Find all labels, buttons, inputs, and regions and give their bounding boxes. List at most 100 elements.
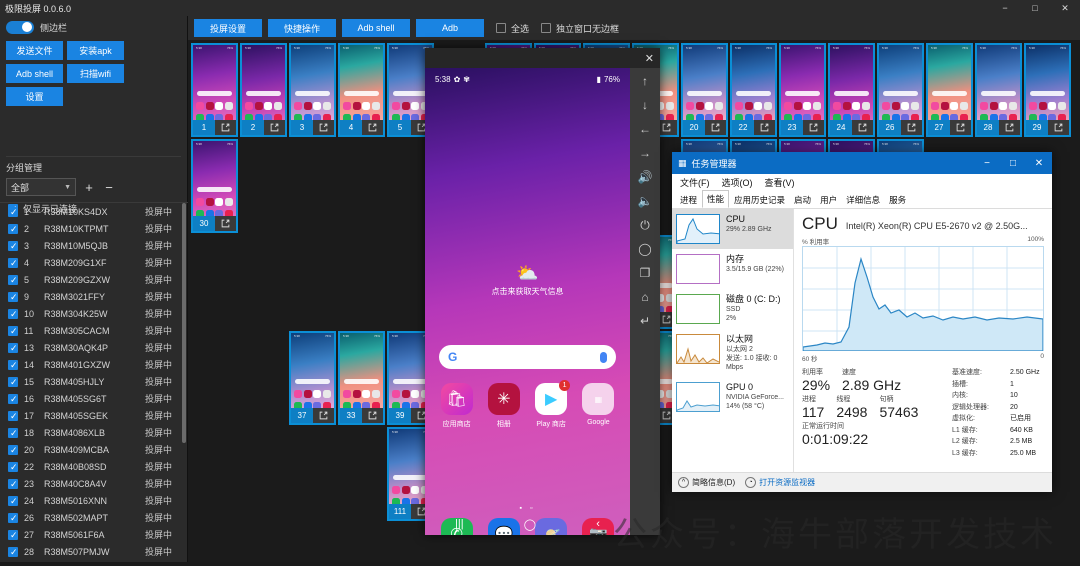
device-checkbox[interactable] [8, 342, 18, 354]
scan-wifi-button[interactable]: 扫描wifi [67, 64, 124, 83]
device-checkbox[interactable] [8, 393, 18, 405]
expand-icon[interactable] [215, 120, 236, 135]
device-row[interactable]: 2 R38M10KTPMT 投屏中 [0, 220, 188, 237]
thumbnail-screen[interactable]: 5:3876% [193, 141, 236, 216]
device-checkbox[interactable] [8, 376, 18, 388]
device-row[interactable]: 22 R38M40B08SD 投屏中 [0, 458, 188, 475]
thumbnail-screen[interactable]: 5:3876% [781, 45, 824, 120]
expand-icon[interactable] [803, 120, 824, 135]
device-row[interactable]: 14 R38M401GXZW 投屏中 [0, 356, 188, 373]
home-button-icon[interactable]: ⌂ [634, 288, 656, 306]
resource-item[interactable]: 以太网 以太网 2 发送: 1.0 接收: 0 Mbps [672, 329, 793, 377]
gallery-app[interactable]: ✳ 相册 [484, 383, 524, 429]
device-row[interactable]: 10 R38M304K25W 投屏中 [0, 305, 188, 322]
device-list-scrollbar[interactable] [182, 203, 186, 566]
weather-widget[interactable]: ⛅ 点击来获取天气信息 [425, 263, 630, 297]
device-row[interactable]: 9 R38M3021FFY 投屏中 [0, 288, 188, 305]
device-thumbnail[interactable]: 5:38 76% 1 [191, 43, 238, 137]
multitask-icon[interactable]: ❐ [634, 264, 656, 282]
minimize-button[interactable]: − [990, 0, 1020, 16]
device-thumbnail[interactable]: 5:38 76% 26 [877, 43, 924, 137]
scrollbar-thumb[interactable] [182, 203, 186, 443]
device-row[interactable]: 20 R38M409MCBA 投屏中 [0, 441, 188, 458]
volume-down-icon[interactable]: 🔈 [634, 192, 656, 210]
device-row[interactable]: 28 R38M507PMJW 投屏中 [0, 543, 188, 560]
device-row[interactable]: 24 R38M5016XNN 投屏中 [0, 492, 188, 509]
thumbnail-screen[interactable]: 5:3876% [977, 45, 1020, 120]
device-checkbox[interactable] [8, 325, 18, 337]
device-thumbnail[interactable]: 5:38 76% 37 [289, 331, 336, 425]
device-checkbox[interactable] [8, 291, 18, 303]
brief-info-button[interactable]: ^ 简略信息(D) [678, 477, 735, 488]
resource-item[interactable]: 磁盘 0 (C: D:) SSD 2% [672, 289, 793, 329]
adb-shell-button[interactable]: Adb shell [6, 64, 63, 83]
device-row[interactable]: 27 R38M5061F6A 投屏中 [0, 526, 188, 543]
resource-item[interactable]: GPU 0 NVIDIA GeForce... 14% (58 °C) [672, 377, 793, 417]
device-checkbox[interactable] [8, 410, 18, 422]
expand-icon[interactable] [362, 120, 383, 135]
device-checkbox[interactable] [8, 206, 18, 218]
device-checkbox[interactable] [8, 223, 18, 235]
group-select[interactable]: 全部 ▼ [6, 178, 76, 196]
device-thumbnail[interactable]: 5:38 76% 30 [191, 139, 238, 233]
thumbnail-screen[interactable]: 5:3876% [291, 45, 334, 120]
device-checkbox[interactable] [8, 444, 18, 456]
thumbnail-screen[interactable]: 5:3876% [340, 333, 383, 408]
device-checkbox[interactable] [8, 257, 18, 269]
device-row[interactable]: 13 R38M30AQK4P 投屏中 [0, 339, 188, 356]
menu-file[interactable]: 文件(F) [680, 176, 710, 189]
thumbnail-screen[interactable]: 5:3876% [879, 45, 922, 120]
resource-list[interactable]: CPU 29% 2.89 GHz 内存 3.5/15.9 GB (22%) 磁盘 0 (… [672, 209, 794, 472]
menu-options[interactable]: 选项(O) [722, 176, 753, 189]
device-row[interactable]: 18 R38M4086XLB 投屏中 [0, 424, 188, 441]
arrow-up-icon[interactable]: ↑ [634, 72, 656, 90]
back-icon[interactable]: ‹ [596, 518, 600, 531]
arrow-down-icon[interactable]: ↓ [634, 96, 656, 114]
expand-icon[interactable] [901, 120, 922, 135]
device-checkbox[interactable] [8, 359, 18, 371]
sidebar-toggle-row[interactable]: 侧边栏 [0, 16, 187, 38]
toolbar-adb-shell-button[interactable]: Adb shell [342, 19, 410, 37]
tab-processes[interactable]: 进程 [676, 192, 701, 208]
expand-icon[interactable] [852, 120, 873, 135]
thumbnail-screen[interactable]: 5:3876% [242, 45, 285, 120]
expand-icon[interactable] [1048, 120, 1069, 135]
device-thumbnail[interactable]: 5:38 76% 28 [975, 43, 1022, 137]
device-checkbox[interactable] [8, 478, 18, 490]
tab-startup[interactable]: 启动 [790, 192, 815, 208]
play-store-app[interactable]: ▶ 1 Play 商店 [531, 380, 571, 429]
settings-button[interactable]: 设置 [6, 87, 63, 106]
device-checkbox[interactable] [8, 512, 18, 524]
tab-services[interactable]: 服务 [885, 192, 910, 208]
resource-item[interactable]: CPU 29% 2.89 GHz [672, 209, 793, 249]
device-thumbnail[interactable]: 5:38 76% 23 [779, 43, 826, 137]
device-row[interactable]: 23 R38M40C8A4V 投屏中 [0, 475, 188, 492]
device-thumbnail[interactable]: 5:38 76% 20 [681, 43, 728, 137]
google-search-bar[interactable]: G [439, 345, 616, 369]
arrow-right-icon[interactable]: → [634, 144, 656, 162]
resource-monitor-link[interactable]: ◔ 打开资源监视器 [745, 477, 815, 488]
expand-icon[interactable] [754, 120, 775, 135]
expand-icon[interactable] [362, 408, 383, 423]
maximize-button[interactable]: □ [1020, 0, 1050, 16]
thumbnail-screen[interactable]: 5:3876% [291, 333, 334, 408]
thumbnail-screen[interactable]: 5:3876% [830, 45, 873, 120]
group-remove-button[interactable]: − [102, 180, 116, 195]
thumbnail-screen[interactable]: 5:3876% [193, 45, 236, 120]
device-checkbox[interactable] [8, 495, 18, 507]
expand-icon[interactable] [950, 120, 971, 135]
borderless-row[interactable]: 独立窗口无边框 [535, 22, 619, 35]
send-file-button[interactable]: 发送文件 [6, 41, 63, 60]
thumbnail-screen[interactable]: 5:3876% [683, 45, 726, 120]
home-icon[interactable]: ◯ [524, 518, 536, 531]
device-row[interactable]: 26 R38M502MAPT 投屏中 [0, 509, 188, 526]
select-all-checkbox[interactable] [496, 23, 506, 33]
mirror-close-icon[interactable]: ✕ [645, 52, 654, 65]
back-button-icon[interactable]: ↵ [634, 312, 656, 330]
toolbar-adb-button[interactable]: Adb [416, 19, 484, 37]
group-add-button[interactable]: + [82, 180, 96, 195]
thumbnail-screen[interactable]: 5:3876% [732, 45, 775, 120]
device-thumbnail[interactable]: 5:38 76% 3 [289, 43, 336, 137]
quick-actions-button[interactable]: 快捷操作 [268, 19, 336, 37]
tab-users[interactable]: 用户 [816, 192, 841, 208]
